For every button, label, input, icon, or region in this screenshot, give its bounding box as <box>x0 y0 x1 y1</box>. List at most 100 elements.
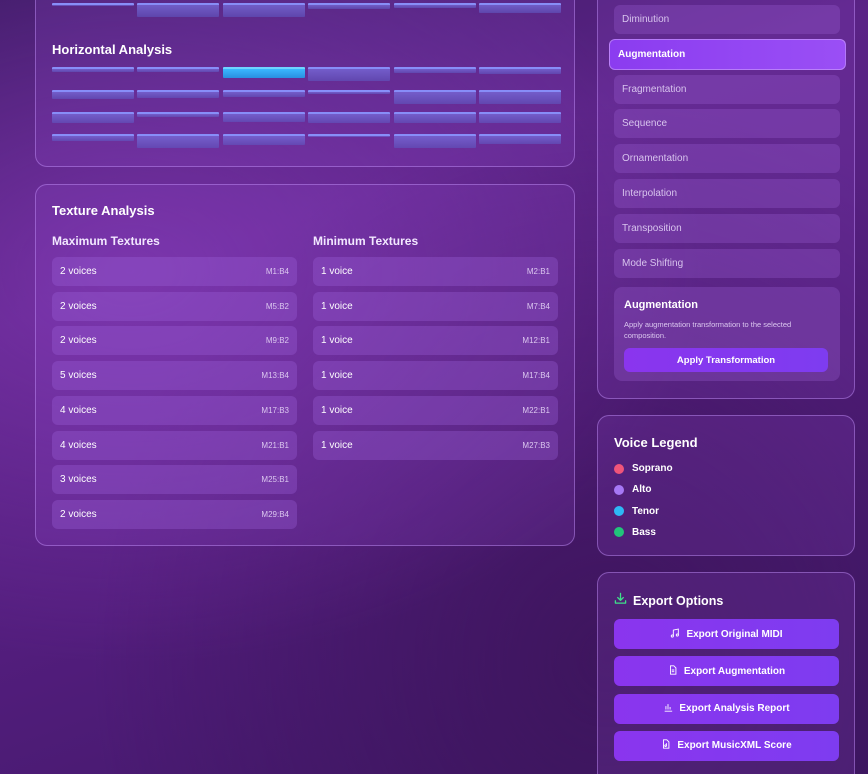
analysis-cell <box>393 134 476 148</box>
max-texture-item[interactable]: 2 voices M9:B2 <box>52 326 297 356</box>
export-button-label: Export MusicXML Score <box>677 740 792 752</box>
max-texture-position: M13:B4 <box>261 371 289 381</box>
voice-legend-panel: Voice Legend Soprano Alto Tenor Bass <box>597 415 855 556</box>
analysis-cell <box>479 90 561 104</box>
analysis-cell <box>137 90 220 98</box>
max-texture-item[interactable]: 3 voices M25:B1 <box>52 465 297 495</box>
analysis-cell <box>222 134 305 145</box>
transformation-diminution[interactable]: Diminution <box>614 5 840 34</box>
analysis-cell <box>479 134 561 144</box>
min-texture-item[interactable]: 1 voice M12:B1 <box>313 326 558 356</box>
transformation-transposition[interactable]: Transposition <box>614 213 840 243</box>
max-texture-position: M17:B3 <box>261 405 289 415</box>
music-note-icon <box>670 628 680 641</box>
analysis-cell <box>137 3 220 17</box>
export-button-label: Export Augmentation <box>683 665 786 677</box>
score-file-icon <box>661 739 671 752</box>
analysis-cell <box>308 90 391 94</box>
download-icon <box>614 592 627 610</box>
transformation-detail-description: Apply augmentation transformation to the… <box>624 320 792 340</box>
max-texture-item[interactable]: 4 voices M21:B1 <box>52 430 297 460</box>
legend-item-tenor: Tenor <box>614 506 659 517</box>
min-texture-label: 1 voice <box>321 439 353 451</box>
min-texture-item[interactable]: 1 voice M17:B4 <box>313 361 558 391</box>
min-texture-item[interactable]: 1 voice M27:B3 <box>313 430 558 460</box>
export-options-title: Export Options <box>633 594 724 608</box>
max-texture-item[interactable]: 2 voices M5:B2 <box>52 291 297 321</box>
min-texture-item[interactable]: 1 voice M7:B4 <box>313 291 558 321</box>
export-options-panel: Export Options Export Original MIDI Expor… <box>597 572 855 774</box>
legend-label: Bass <box>632 526 656 538</box>
analysis-cell <box>308 134 391 137</box>
min-texture-label: 1 voice <box>321 370 353 382</box>
max-texture-label: 5 voices <box>60 370 97 382</box>
max-texture-item[interactable]: 5 voices M13:B4 <box>52 361 297 391</box>
analysis-cell <box>137 134 220 148</box>
max-texture-position: M9:B2 <box>265 336 289 346</box>
bar-chart-icon <box>663 702 673 715</box>
export-button-export-augmentation[interactable]: Export Augmentation <box>614 656 839 687</box>
min-texture-label: 1 voice <box>321 404 353 416</box>
analysis-cell <box>393 90 476 104</box>
horizontal-analysis-title: Horizontal Analysis <box>52 42 173 57</box>
export-button-export-analysis-report[interactable]: Export Analysis Report <box>614 693 839 724</box>
max-texture-position: M29:B4 <box>261 509 289 519</box>
analysis-cell <box>479 3 561 13</box>
export-button-label: Export Analysis Report <box>679 703 790 715</box>
analysis-cell <box>479 112 561 123</box>
export-button-export-musicxml-score[interactable]: Export MusicXML Score <box>614 730 839 761</box>
transformation-ornamentation[interactable]: Ornamentation <box>614 144 840 174</box>
export-options-header: Export Options <box>614 592 723 610</box>
min-texture-item[interactable]: 1 voice M22:B1 <box>313 395 558 425</box>
analysis-cell <box>222 3 305 17</box>
horizontal-analysis-grid <box>52 0 561 151</box>
max-textures-title: Maximum Textures <box>52 234 160 248</box>
legend-item-soprano: Soprano <box>614 463 673 474</box>
max-texture-position: M25:B1 <box>261 475 289 485</box>
min-texture-position: M17:B4 <box>522 371 550 381</box>
transformation-sequence[interactable]: Sequence <box>614 109 840 139</box>
apply-transformation-button[interactable]: Apply Transformation <box>624 348 828 372</box>
legend-item-bass: Bass <box>614 527 656 538</box>
analysis-cell <box>52 134 134 141</box>
max-texture-label: 2 voices <box>60 266 97 277</box>
horizontal-analysis-panel: Horizontal Analysis <box>35 0 575 167</box>
min-texture-position: M2:B1 <box>526 267 550 276</box>
analysis-cell <box>52 112 134 123</box>
voice-legend-title: Voice Legend <box>614 435 698 450</box>
max-texture-position: M21:B1 <box>261 440 289 450</box>
texture-analysis-panel: Texture Analysis Maximum Textures Minimu… <box>35 184 575 546</box>
max-texture-position: M5:B2 <box>265 301 289 311</box>
min-texture-item[interactable]: 1 voice M2:B1 <box>313 257 558 286</box>
legend-label: Alto <box>632 484 652 496</box>
legend-dot <box>614 463 624 474</box>
min-texture-position: M22:B1 <box>522 405 550 415</box>
document-icon <box>668 665 678 678</box>
transformation-interpolation[interactable]: Interpolation <box>614 179 840 208</box>
export-button-export-original-midi[interactable]: Export Original MIDI <box>614 619 839 649</box>
min-texture-position: M12:B1 <box>522 336 550 346</box>
max-texture-item[interactable]: 2 voices M1:B4 <box>52 257 297 286</box>
texture-analysis-title: Texture Analysis <box>52 203 155 218</box>
transformations-panel: Diminution Augmentation Fragmentation Seque… <box>597 0 855 399</box>
transformation-mode-shifting[interactable]: Mode Shifting <box>614 248 840 278</box>
min-texture-position: M7:B4 <box>526 301 550 311</box>
min-texture-label: 1 voice <box>321 300 353 312</box>
max-texture-label: 2 voices <box>60 300 97 312</box>
max-texture-item[interactable]: 4 voices M17:B3 <box>52 395 297 425</box>
analysis-cell <box>308 3 391 9</box>
analysis-cell <box>308 67 391 81</box>
transformation-fragmentation[interactable]: Fragmentation <box>614 74 840 104</box>
min-textures-title: Minimum Textures <box>313 234 419 248</box>
transformation-augmentation[interactable]: Augmentation <box>609 39 846 70</box>
analysis-cell <box>222 112 305 122</box>
analysis-cell <box>393 67 476 73</box>
legend-dot <box>614 506 624 517</box>
max-texture-item[interactable]: 2 voices M29:B4 <box>52 499 297 529</box>
legend-label: Tenor <box>632 505 660 517</box>
analysis-cell <box>222 67 305 78</box>
analysis-cell <box>137 112 220 117</box>
legend-dot <box>614 527 624 538</box>
max-texture-position: M1:B4 <box>265 267 289 276</box>
export-button-label: Export Original MIDI <box>686 628 783 640</box>
